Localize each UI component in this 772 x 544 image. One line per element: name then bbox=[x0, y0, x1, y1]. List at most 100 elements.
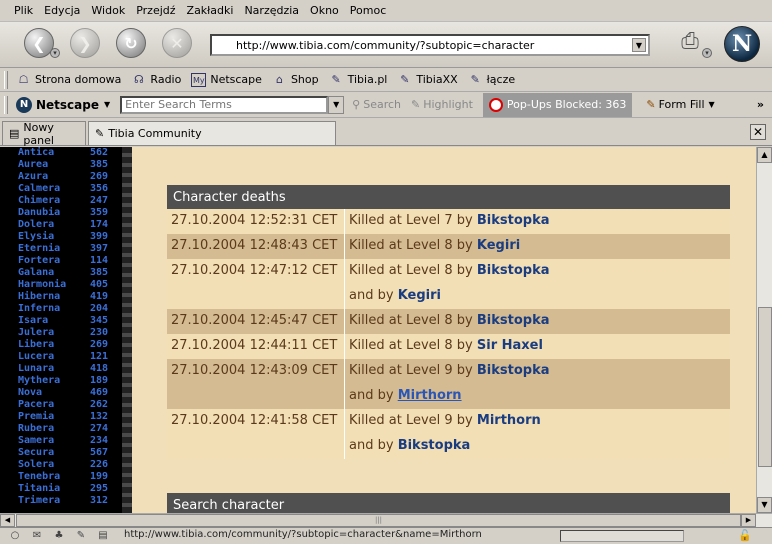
world-row[interactable]: Harmonia 405 bbox=[0, 279, 122, 291]
search-input[interactable] bbox=[120, 95, 329, 114]
vertical-scroll-thumb[interactable] bbox=[758, 307, 772, 467]
world-row[interactable]: Danubia 359 bbox=[0, 207, 122, 219]
mail-icon[interactable]: ✉ bbox=[30, 530, 44, 542]
world-row[interactable]: Inferna 204 bbox=[0, 303, 122, 315]
death-date bbox=[167, 434, 345, 459]
bookmark-tibia-pl[interactable]: ✎ Tibia.pl bbox=[329, 73, 388, 87]
horizontal-scroll-thumb[interactable]: ||| bbox=[16, 514, 741, 527]
print-icon[interactable]: ⎙ bbox=[676, 28, 704, 56]
world-row[interactable]: Antica 562 bbox=[0, 147, 122, 159]
scroll-left-icon[interactable]: ◀ bbox=[0, 514, 15, 527]
world-row[interactable]: Premia 132 bbox=[0, 411, 122, 423]
death-date: 27.10.2004 12:45:47 CET bbox=[167, 309, 345, 334]
world-row[interactable]: Azura 269 bbox=[0, 171, 122, 183]
world-row[interactable]: Trimera 312 bbox=[0, 495, 122, 507]
search-dropdown-icon[interactable]: ▼ bbox=[328, 95, 345, 114]
scroll-up-icon[interactable]: ▲ bbox=[757, 147, 772, 163]
world-row[interactable]: Solera 226 bbox=[0, 459, 122, 471]
online-icon[interactable]: ○ bbox=[8, 530, 22, 542]
killer-link[interactable]: Kegiri bbox=[398, 288, 441, 303]
toolbar-grip[interactable] bbox=[4, 95, 8, 114]
menu-tools[interactable]: Narzędzia bbox=[244, 4, 299, 17]
forward-button[interactable]: ❯ bbox=[70, 28, 100, 58]
horizontal-scrollbar[interactable]: ◀ ||| ▶ bbox=[0, 513, 772, 527]
aim-icon[interactable]: ♣ bbox=[52, 530, 66, 542]
world-row[interactable]: Rubera 274 bbox=[0, 423, 122, 435]
world-player-count: 247 bbox=[89, 195, 108, 206]
world-row[interactable]: Aurea 385 bbox=[0, 159, 122, 171]
world-row[interactable]: Galana 385 bbox=[0, 267, 122, 279]
killer-link[interactable]: Kegiri bbox=[477, 238, 520, 253]
print-dropdown[interactable]: ▾ bbox=[702, 48, 712, 58]
menu-file[interactable]: Plik bbox=[14, 4, 33, 17]
world-row[interactable]: Titania 295 bbox=[0, 483, 122, 495]
world-name: Secura bbox=[18, 447, 55, 458]
killer-link[interactable]: Bikstopka bbox=[398, 438, 471, 453]
world-name: Solera bbox=[18, 459, 55, 470]
world-name: Aurea bbox=[18, 159, 49, 170]
world-row[interactable]: Pacera 262 bbox=[0, 399, 122, 411]
netscape-logo-icon[interactable]: N bbox=[724, 26, 760, 62]
tab-tibia-community[interactable]: ✎ Tibia Community bbox=[88, 121, 336, 145]
url-dropdown-icon[interactable]: ▼ bbox=[632, 38, 646, 52]
world-name: Azura bbox=[18, 171, 49, 182]
world-row[interactable]: Secura 567 bbox=[0, 447, 122, 459]
killer-link[interactable]: Mirthorn bbox=[398, 388, 462, 403]
world-row[interactable]: Samera 234 bbox=[0, 435, 122, 447]
highlight-button[interactable]: ✎ Highlight bbox=[411, 98, 473, 111]
bookmark-shop[interactable]: ⌂ Shop bbox=[272, 73, 319, 87]
netscape-menu-button[interactable]: N Netscape ▼ bbox=[16, 96, 110, 113]
world-row[interactable]: Isara 345 bbox=[0, 315, 122, 327]
world-row[interactable]: Eternia 397 bbox=[0, 243, 122, 255]
bookmark-lacze[interactable]: ✎ łącze bbox=[468, 73, 516, 87]
killer-link[interactable]: Mirthorn bbox=[477, 413, 541, 428]
scroll-right-icon[interactable]: ▶ bbox=[741, 514, 756, 527]
world-row[interactable]: Tenebra 199 bbox=[0, 471, 122, 483]
world-row[interactable]: Julera 230 bbox=[0, 327, 122, 339]
killer-link[interactable]: Bikstopka bbox=[477, 263, 550, 278]
world-row[interactable]: Libera 269 bbox=[0, 339, 122, 351]
death-row: and by Kegiri bbox=[167, 284, 730, 309]
bookmark-home[interactable]: ☖ Strona domowa bbox=[16, 73, 122, 87]
stop-button[interactable]: ✕ bbox=[162, 28, 192, 58]
toolbar-grip[interactable] bbox=[4, 70, 8, 89]
world-row[interactable]: Mythera 189 bbox=[0, 375, 122, 387]
composer-icon[interactable]: ✎ bbox=[74, 530, 88, 542]
world-row[interactable]: Hiberna 419 bbox=[0, 291, 122, 303]
menu-go[interactable]: Przejdź bbox=[136, 4, 175, 17]
menu-help[interactable]: Pomoc bbox=[350, 4, 386, 17]
world-row[interactable]: Calmera 356 bbox=[0, 183, 122, 195]
world-row[interactable]: Nova 469 bbox=[0, 387, 122, 399]
world-row[interactable]: Elysia 399 bbox=[0, 231, 122, 243]
tab-new-panel[interactable]: ▤ Nowy panel bbox=[2, 121, 86, 147]
world-row[interactable]: Lunara 418 bbox=[0, 363, 122, 375]
url-input[interactable]: http://www.tibia.com/community/?subtopic… bbox=[210, 34, 650, 56]
address-book-icon[interactable]: ▤ bbox=[96, 530, 110, 542]
menu-window[interactable]: Okno bbox=[310, 4, 339, 17]
toolbar-overflow-icon[interactable]: » bbox=[757, 98, 764, 111]
bookmark-tibiaxx[interactable]: ✎ TibiaXX bbox=[397, 73, 457, 87]
vertical-scrollbar[interactable]: ▲ ▼ bbox=[756, 147, 772, 513]
menu-edit[interactable]: Edycja bbox=[44, 4, 80, 17]
killer-link[interactable]: Bikstopka bbox=[477, 213, 550, 228]
menu-bookmarks[interactable]: Zakładki bbox=[187, 4, 234, 17]
menu-view[interactable]: Widok bbox=[91, 4, 125, 17]
world-row[interactable]: Chimera 247 bbox=[0, 195, 122, 207]
back-history-dropdown[interactable]: ▾ bbox=[50, 48, 60, 58]
killer-link[interactable]: Sir Haxel bbox=[477, 338, 543, 353]
death-description: Killed at Level 7 by Bikstopka bbox=[345, 209, 730, 234]
reload-button[interactable]: ↻ bbox=[116, 28, 146, 58]
scroll-down-icon[interactable]: ▼ bbox=[757, 497, 772, 513]
world-row[interactable]: Fortera 114 bbox=[0, 255, 122, 267]
popups-blocked-button[interactable]: Pop-Ups Blocked: 363 bbox=[482, 92, 633, 117]
bookmark-netscape[interactable]: My Netscape bbox=[191, 72, 262, 87]
search-button[interactable]: ⚲ Search bbox=[352, 98, 401, 111]
close-tab-icon[interactable]: ✕ bbox=[750, 124, 766, 140]
bookmark-radio[interactable]: ☊ Radio bbox=[131, 73, 181, 87]
page-content: Character deaths 27.10.2004 12:52:31 CET… bbox=[122, 147, 756, 513]
killer-link[interactable]: Bikstopka bbox=[477, 313, 550, 328]
killer-link[interactable]: Bikstopka bbox=[477, 363, 550, 378]
world-row[interactable]: Lucera 121 bbox=[0, 351, 122, 363]
form-fill-button[interactable]: ✎ Form Fill ▼ bbox=[646, 98, 714, 111]
world-row[interactable]: Dolera 174 bbox=[0, 219, 122, 231]
